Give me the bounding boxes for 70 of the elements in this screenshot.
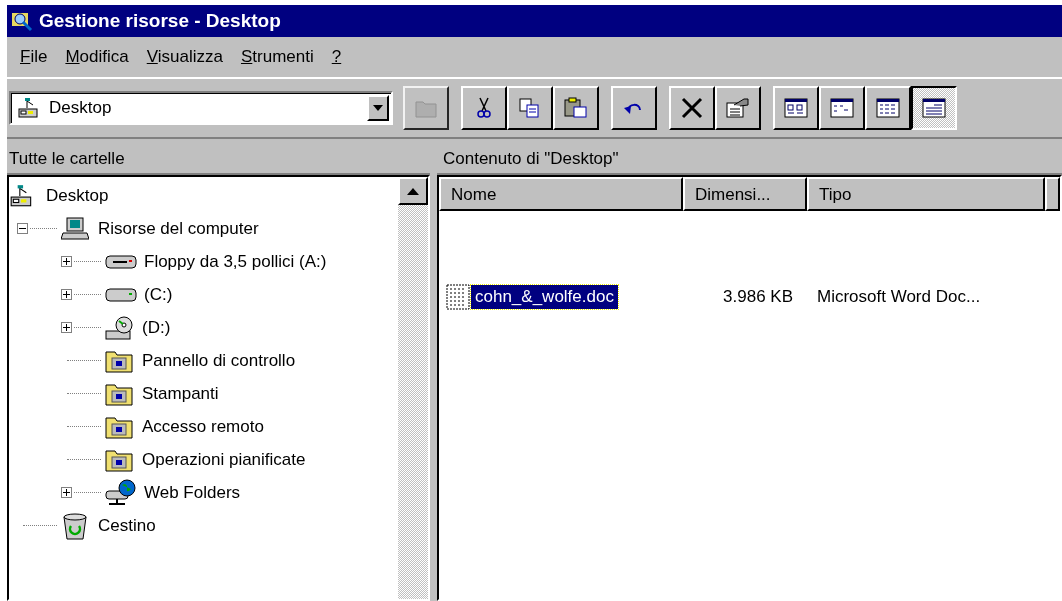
up-arrow-icon: [407, 187, 419, 195]
cd-drive-icon: [105, 314, 135, 341]
collapse-box[interactable]: [17, 223, 28, 234]
address-value: Desktop: [49, 98, 113, 118]
clipboard-icon: [564, 97, 588, 119]
desktop-icon: [17, 97, 41, 119]
file-type: Microsoft Word Doc...: [816, 287, 981, 307]
tree-item[interactable]: (C:): [141, 284, 176, 305]
expand-box[interactable]: [61, 256, 72, 267]
small-view-button[interactable]: [819, 86, 865, 130]
expand-box[interactable]: [61, 487, 72, 498]
large-view-button[interactable]: [773, 86, 819, 130]
tree-item[interactable]: Stampanti: [139, 383, 222, 404]
folder-icon: [415, 98, 437, 118]
scrollbar[interactable]: [398, 177, 428, 599]
caret-icon: [373, 105, 383, 111]
menu-item[interactable]: ?: [326, 47, 347, 67]
copy-icon: [519, 98, 541, 118]
window-title: Gestione risorse - Desktop: [39, 10, 281, 32]
folder-icon: [105, 447, 133, 472]
computer-icon: [61, 216, 89, 241]
view-icon: [830, 98, 854, 118]
delete-button[interactable]: [669, 86, 715, 130]
document-icon: [445, 284, 471, 310]
scroll-up-button[interactable]: [398, 177, 428, 205]
menu-item[interactable]: Visualizza: [141, 47, 228, 67]
cross-icon: [681, 97, 703, 119]
menu-item[interactable]: File: [15, 47, 53, 67]
web-folder-icon: [105, 478, 137, 507]
tree-item[interactable]: Web Folders: [141, 482, 244, 503]
expand-box[interactable]: [61, 289, 72, 300]
column-header[interactable]: Tipo: [807, 177, 1045, 211]
menu-item[interactable]: Modifica: [60, 47, 134, 67]
folder-icon: [105, 381, 133, 406]
properties-button[interactable]: [715, 86, 761, 130]
menu-item[interactable]: Strumenti: [235, 47, 319, 67]
details-view-button[interactable]: [911, 86, 957, 130]
file-size: 3.986 KB: [722, 287, 794, 307]
hard-drive-icon: [105, 286, 137, 303]
address-combo[interactable]: Desktop: [9, 91, 393, 125]
tree-item[interactable]: Cestino: [95, 515, 159, 536]
view-icon: [876, 98, 900, 118]
copy-button[interactable]: [507, 86, 553, 130]
tree-item[interactable]: Desktop: [43, 185, 112, 206]
view-icon: [784, 98, 808, 118]
column-header[interactable]: Nome: [439, 177, 683, 211]
folder-icon: [105, 348, 133, 373]
column-header[interactable]: Dimensi...: [683, 177, 807, 211]
list-view-button[interactable]: [865, 86, 911, 130]
undo-button[interactable]: [611, 86, 657, 130]
cut-button[interactable]: [461, 86, 507, 130]
recycle-bin-icon: [61, 511, 89, 540]
tree-item[interactable]: (D:): [139, 317, 174, 338]
magnifier-folder-icon: [11, 10, 33, 32]
tree-item[interactable]: Operazioni pianificate: [139, 449, 309, 470]
folder-icon: [105, 414, 133, 439]
paste-button[interactable]: [553, 86, 599, 130]
dropdown-button[interactable]: [367, 95, 389, 121]
tree-item[interactable]: Pannello di controllo: [139, 350, 299, 371]
floppy-drive-icon: [105, 253, 137, 270]
tree-item[interactable]: Floppy da 3,5 pollici (A:): [141, 251, 330, 272]
expand-box[interactable]: [61, 322, 72, 333]
tree-item[interactable]: Risorse del computer: [95, 218, 262, 239]
view-icon: [922, 98, 946, 118]
column-header[interactable]: [1045, 177, 1060, 211]
tree-item[interactable]: Accesso remoto: [139, 416, 267, 437]
properties-icon: [726, 97, 750, 119]
undo-icon: [624, 101, 644, 115]
file-name[interactable]: cohn_&_wolfe.doc: [471, 285, 618, 309]
scissors-icon: [476, 97, 492, 119]
